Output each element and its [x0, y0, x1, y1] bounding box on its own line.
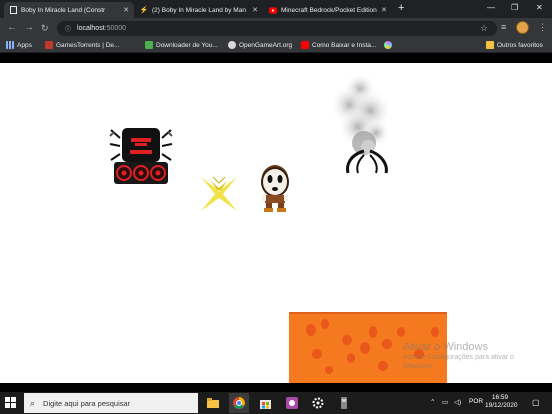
windows-activation-watermark: Ativar o Windows Acesse Configurações pa…: [403, 341, 543, 371]
forward-arrow-icon[interactable]: →: [24, 23, 34, 33]
language-indicator[interactable]: POR: [469, 398, 483, 405]
bookmark-apps[interactable]: Apps: [6, 41, 32, 49]
chrome-icon[interactable]: [229, 393, 249, 413]
game-canvas[interactable]: Ativar o Windows Acesse Configurações pa…: [0, 63, 552, 383]
taskbar-search-box[interactable]: ⌕ Digite aqui para pesquisar: [24, 393, 198, 413]
apps-grid-icon: [6, 41, 14, 49]
minimize-button[interactable]: —: [487, 3, 495, 12]
opengameart-icon: [228, 41, 236, 49]
store-icon[interactable]: [255, 393, 275, 413]
bookmark-opengameart[interactable]: OpenGameArt.org: [228, 41, 292, 49]
menu-dots-icon[interactable]: ⋮: [538, 22, 547, 33]
watermark-title: Ativar o Windows: [403, 341, 488, 353]
close-tab-icon[interactable]: ✕: [123, 6, 129, 14]
address-host: localhost: [77, 25, 105, 32]
tab-minecraft[interactable]: Minecraft Bedrock/Pocket Edition ✕: [264, 2, 392, 18]
bookmark-label: Downloader de You...: [156, 41, 218, 49]
avatar[interactable]: [516, 21, 529, 34]
file-explorer-icon[interactable]: [203, 393, 223, 413]
tab-title: Minecraft Bedrock/Pocket Edition: [281, 6, 377, 14]
browser-tab-bar: Boby In Miracle Land (Constr ✕ ⚡ (2) Bob…: [0, 0, 552, 18]
settings-icon[interactable]: [308, 393, 328, 413]
close-tab-icon[interactable]: ✕: [252, 6, 258, 14]
windows-start-icon[interactable]: [5, 397, 16, 408]
tab-boby-itch[interactable]: ⚡ (2) Boby In Miracle Land by Man ✕: [135, 2, 263, 18]
bookmark-label: OpenGameArt.org: [239, 41, 293, 49]
bookmark-como-baixar[interactable]: Como Baixar e Insta...: [301, 41, 376, 49]
new-tab-button[interactable]: +: [398, 3, 404, 14]
bookmarks-bar: Apps GamesTorrents | De... Downloader de…: [0, 38, 552, 53]
notification-icon[interactable]: ▢: [532, 398, 540, 407]
bookmark-pinwheel[interactable]: [384, 41, 395, 49]
bookmark-label: Como Baixar e Insta...: [312, 41, 377, 49]
yellow-star-blade: [201, 176, 237, 211]
bookmark-label: Outros favoritos: [497, 41, 543, 49]
tab-title: Boby In Miracle Land (Constr: [21, 6, 106, 14]
gamestorrents-icon: [45, 41, 53, 49]
youtube-icon: [269, 6, 277, 14]
close-window-button[interactable]: ✕: [536, 3, 543, 12]
pinwheel-icon: [384, 41, 392, 49]
address-bar[interactable]: ⓘ localhost:50000: [57, 21, 497, 36]
chevron-up-icon[interactable]: ⌃: [430, 398, 435, 406]
info-icon: ⓘ: [65, 27, 72, 33]
clock-time: 16:59: [491, 394, 509, 401]
app-icon[interactable]: [334, 393, 354, 413]
bookmark-label: Apps: [17, 41, 32, 49]
spider-robot-enemy: [109, 128, 173, 184]
search-placeholder: Digite aqui para pesquisar: [43, 398, 131, 408]
folder-icon: [486, 41, 494, 49]
bookmark-star-icon[interactable]: ☆: [480, 23, 488, 34]
page-top-letterbox: [0, 53, 552, 63]
tab-title: (2) Boby In Miracle Land by Man: [152, 6, 246, 14]
bookmark-downloader[interactable]: Downloader de You...: [145, 41, 218, 49]
reload-icon[interactable]: ↻: [41, 23, 49, 33]
smoking-claw-enemy: [330, 73, 392, 174]
app-icon[interactable]: [282, 393, 302, 413]
tab-boby-construct[interactable]: Boby In Miracle Land (Constr ✕: [4, 2, 134, 18]
back-arrow-icon[interactable]: ←: [7, 23, 17, 33]
page-bottom-letterbox: [0, 383, 552, 392]
bookmark-label: GamesTorrents | De...: [56, 41, 120, 49]
bookmark-gamestorrents[interactable]: GamesTorrents | De...: [45, 41, 119, 49]
volume-icon[interactable]: ◁): [454, 398, 461, 406]
taskbar-clock[interactable]: 16:59 19/12/2020: [485, 394, 518, 410]
clock-date: 19/12/2020: [485, 402, 518, 409]
page-icon: [9, 6, 17, 14]
bookmark-outros-favoritos[interactable]: Outros favoritos: [486, 41, 543, 49]
shy-guy-player: [261, 165, 289, 212]
youtube-icon: [301, 41, 309, 49]
lightning-icon: ⚡: [139, 7, 149, 14]
network-icon[interactable]: ▭: [442, 398, 448, 406]
maximize-button[interactable]: ❐: [511, 3, 518, 12]
address-port: :50000: [104, 25, 127, 32]
download-icon: [145, 41, 153, 49]
watermark-subtitle: Acesse Configurações para ativar o Windo…: [403, 354, 514, 370]
search-icon: ⌕: [30, 397, 36, 408]
reading-list-icon[interactable]: ≡: [501, 22, 506, 32]
close-tab-icon[interactable]: ✕: [381, 6, 387, 14]
